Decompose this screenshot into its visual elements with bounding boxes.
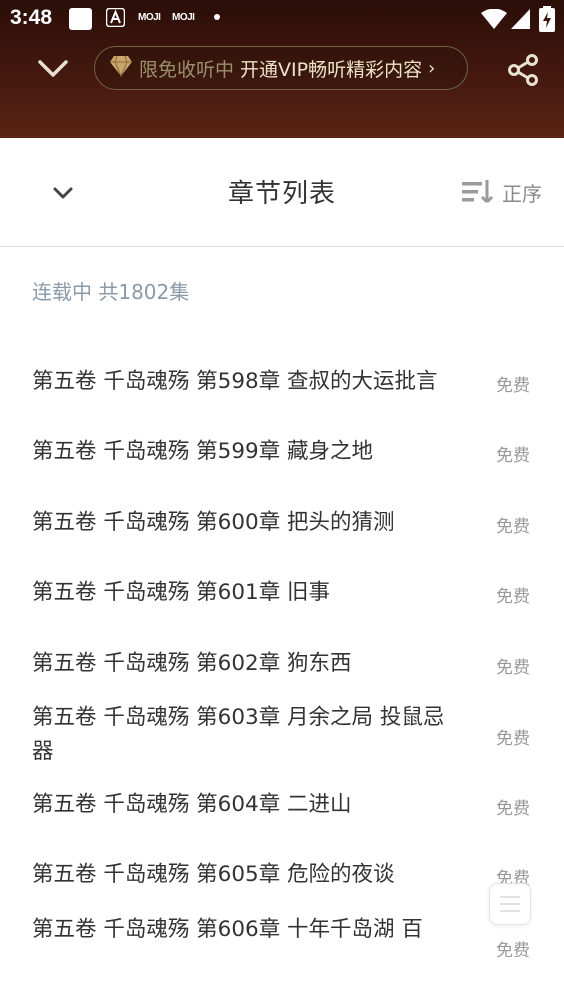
chapter-price-badge: 免费 <box>496 446 530 466</box>
chapter-title: 第五卷 千岛魂殇 第599章 藏身之地 <box>32 439 374 464</box>
sort-order-label: 正序 <box>502 181 542 206</box>
chapter-price-badge: 免费 <box>496 729 530 749</box>
chapter-title: 第五卷 千岛魂殇 第603章 月余之局 投鼠忌器 <box>32 705 445 764</box>
chapter-title: 第五卷 千岛魂殇 第601章 旧事 <box>32 580 331 605</box>
chapter-item[interactable]: 第五卷 千岛魂殇 第598章 查叔的大运批言 免费 <box>0 365 564 401</box>
chapter-item[interactable]: 第五卷 千岛魂殇 第600章 把头的猜测 免费 <box>0 506 564 542</box>
more-notifications-dot <box>214 14 220 20</box>
signal-icon <box>511 9 530 33</box>
player-header-background: 3:48 MOJI MOJI 限免收听中 开通VIP畅听精彩内容 › <box>0 0 564 138</box>
chapter-item[interactable]: 第五卷 千岛魂殇 第605章 危险的夜谈 免费 <box>0 858 564 894</box>
chevron-down-icon <box>38 60 68 77</box>
notification-square-icon <box>69 8 92 34</box>
chapter-item[interactable]: 第五卷 千岛魂殇 第606章 十年千岛湖 百 免费 <box>0 913 564 961</box>
chapter-item[interactable]: 第五卷 千岛魂殇 第604章 二进山 免费 <box>0 788 564 824</box>
sheet-header: 章节列表 正序 <box>0 138 564 247</box>
sort-order-icon <box>462 180 494 204</box>
chapter-title: 第五卷 千岛魂殇 第598章 查叔的大运批言 <box>32 369 438 394</box>
chapter-price-badge: 免费 <box>496 799 530 819</box>
vip-upsell-banner[interactable]: 限免收听中 开通VIP畅听精彩内容 › <box>94 46 468 90</box>
status-bar: 3:48 MOJI MOJI <box>0 0 564 38</box>
chapter-title: 第五卷 千岛魂殇 第605章 危险的夜谈 <box>32 862 395 887</box>
chapter-price-badge: 免费 <box>496 587 530 607</box>
app-a-icon <box>105 7 126 31</box>
bottom-clip-area <box>0 957 564 1004</box>
chapter-price-badge: 免费 <box>496 376 530 396</box>
chapter-item[interactable]: 第五卷 千岛魂殇 第602章 狗东西 免费 <box>0 647 564 683</box>
chevron-right-icon: › <box>428 57 436 79</box>
moji-weather-label: MOJI <box>138 12 161 23</box>
collapse-player-button[interactable] <box>34 54 72 84</box>
serial-status-info: 连载中 共1802集 <box>32 280 190 304</box>
chapter-price-badge: 免费 <box>496 658 530 678</box>
free-listen-promo: 限免收听中 <box>139 58 235 81</box>
chapter-title: 第五卷 千岛魂殇 第604章 二进山 <box>32 792 352 817</box>
floating-menu-button[interactable] <box>489 883 531 925</box>
share-button[interactable] <box>506 53 540 87</box>
status-time: 3:48 <box>10 6 53 29</box>
chapter-item[interactable]: 第五卷 千岛魂殇 第603章 月余之局 投鼠忌器 免费 <box>0 701 564 771</box>
chapter-item[interactable]: 第五卷 千岛魂殇 第601章 旧事 免费 <box>0 576 564 612</box>
battery-charging-icon <box>539 6 555 36</box>
chapter-list-sheet: 章节列表 正序 连载中 共1802集 第五卷 千岛魂殇 第598章 查叔的大运批… <box>0 138 564 1004</box>
chapter-title: 第五卷 千岛魂殇 第606章 十年千岛湖 百 <box>32 917 423 942</box>
menu-lines-icon <box>500 896 520 912</box>
diamond-icon <box>109 55 133 81</box>
chapter-title: 第五卷 千岛魂殇 第600章 把头的猜测 <box>32 510 395 535</box>
vip-cta-text: 开通VIP畅听精彩内容 <box>240 58 423 81</box>
chapter-price-badge: 免费 <box>496 517 530 537</box>
sort-order-toggle[interactable]: 正序 <box>460 176 542 208</box>
share-icon <box>508 54 538 86</box>
wifi-icon <box>481 8 507 33</box>
chapter-title: 第五卷 千岛魂殇 第602章 狗东西 <box>32 651 352 676</box>
chapter-item[interactable]: 第五卷 千岛魂殇 第599章 藏身之地 免费 <box>0 435 564 471</box>
moji-weather-label: MOJI <box>172 12 195 23</box>
